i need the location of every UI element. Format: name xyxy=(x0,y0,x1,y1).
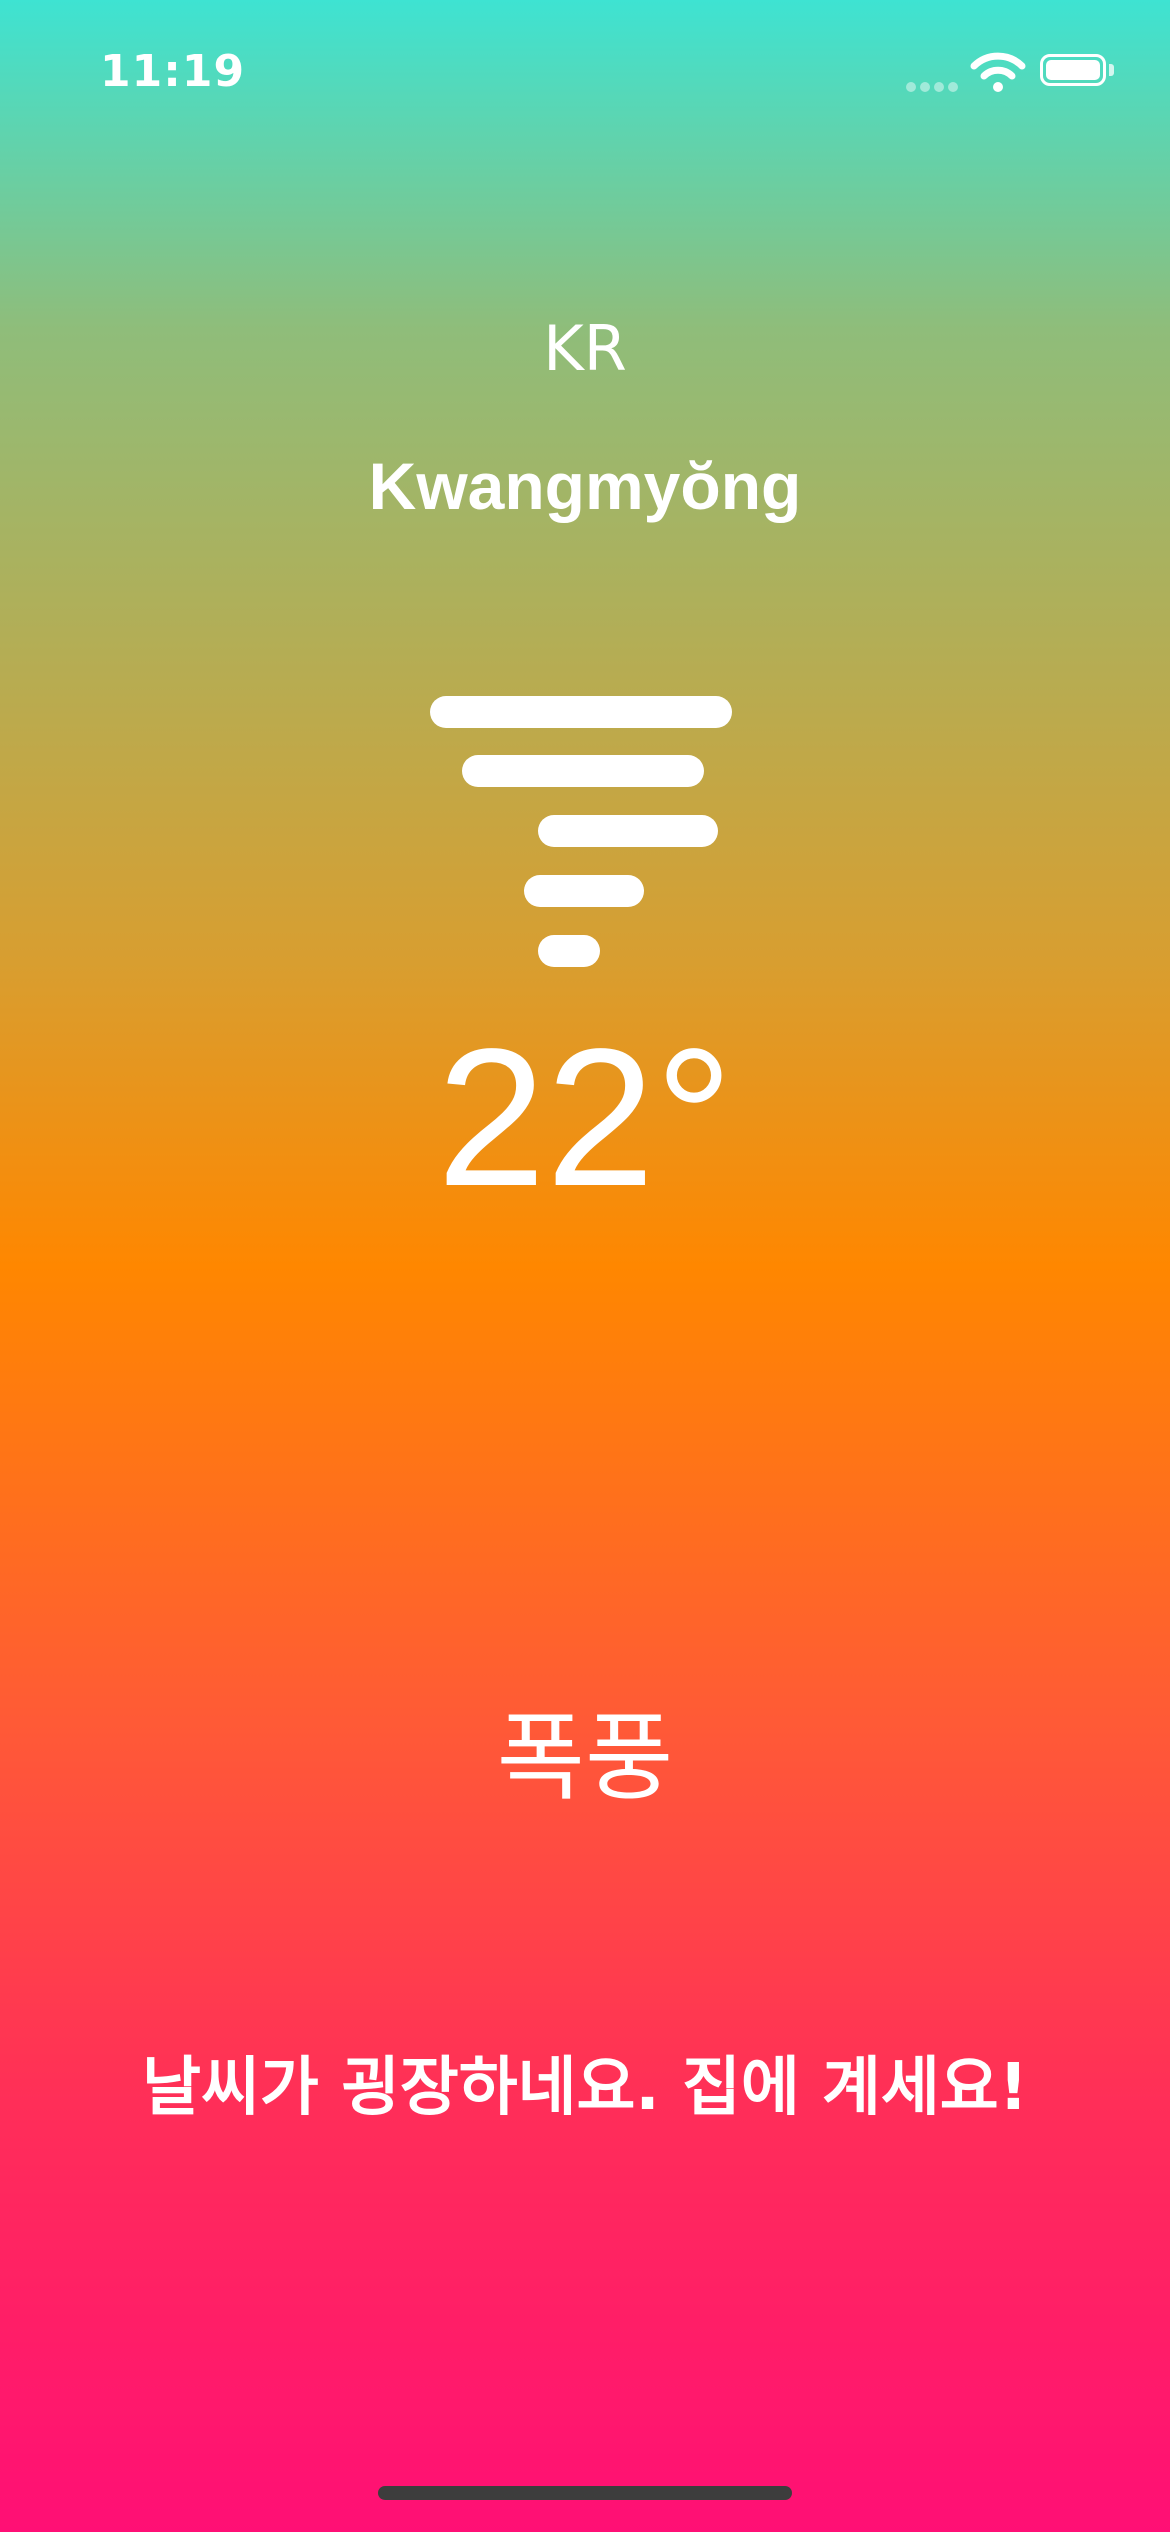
weather-condition: 폭풍 xyxy=(496,1702,674,1814)
city-name: Kwangmyŏng xyxy=(368,449,802,523)
battery-level xyxy=(1046,60,1100,80)
temperature: 22° xyxy=(436,1008,734,1227)
status-bar: 11:19 xyxy=(0,0,1170,150)
battery-cap xyxy=(1109,64,1114,76)
weather-message: 날씨가 굉장하네요. 집에 계세요! xyxy=(142,2051,1028,2125)
battery-icon xyxy=(1040,54,1106,86)
wifi-icon xyxy=(970,52,1026,92)
country-code: KR xyxy=(543,312,627,385)
home-indicator[interactable] xyxy=(378,2486,792,2500)
tornado-icon xyxy=(430,690,740,980)
cellular-signal-icon xyxy=(906,82,960,94)
status-time: 11:19 xyxy=(100,46,246,97)
